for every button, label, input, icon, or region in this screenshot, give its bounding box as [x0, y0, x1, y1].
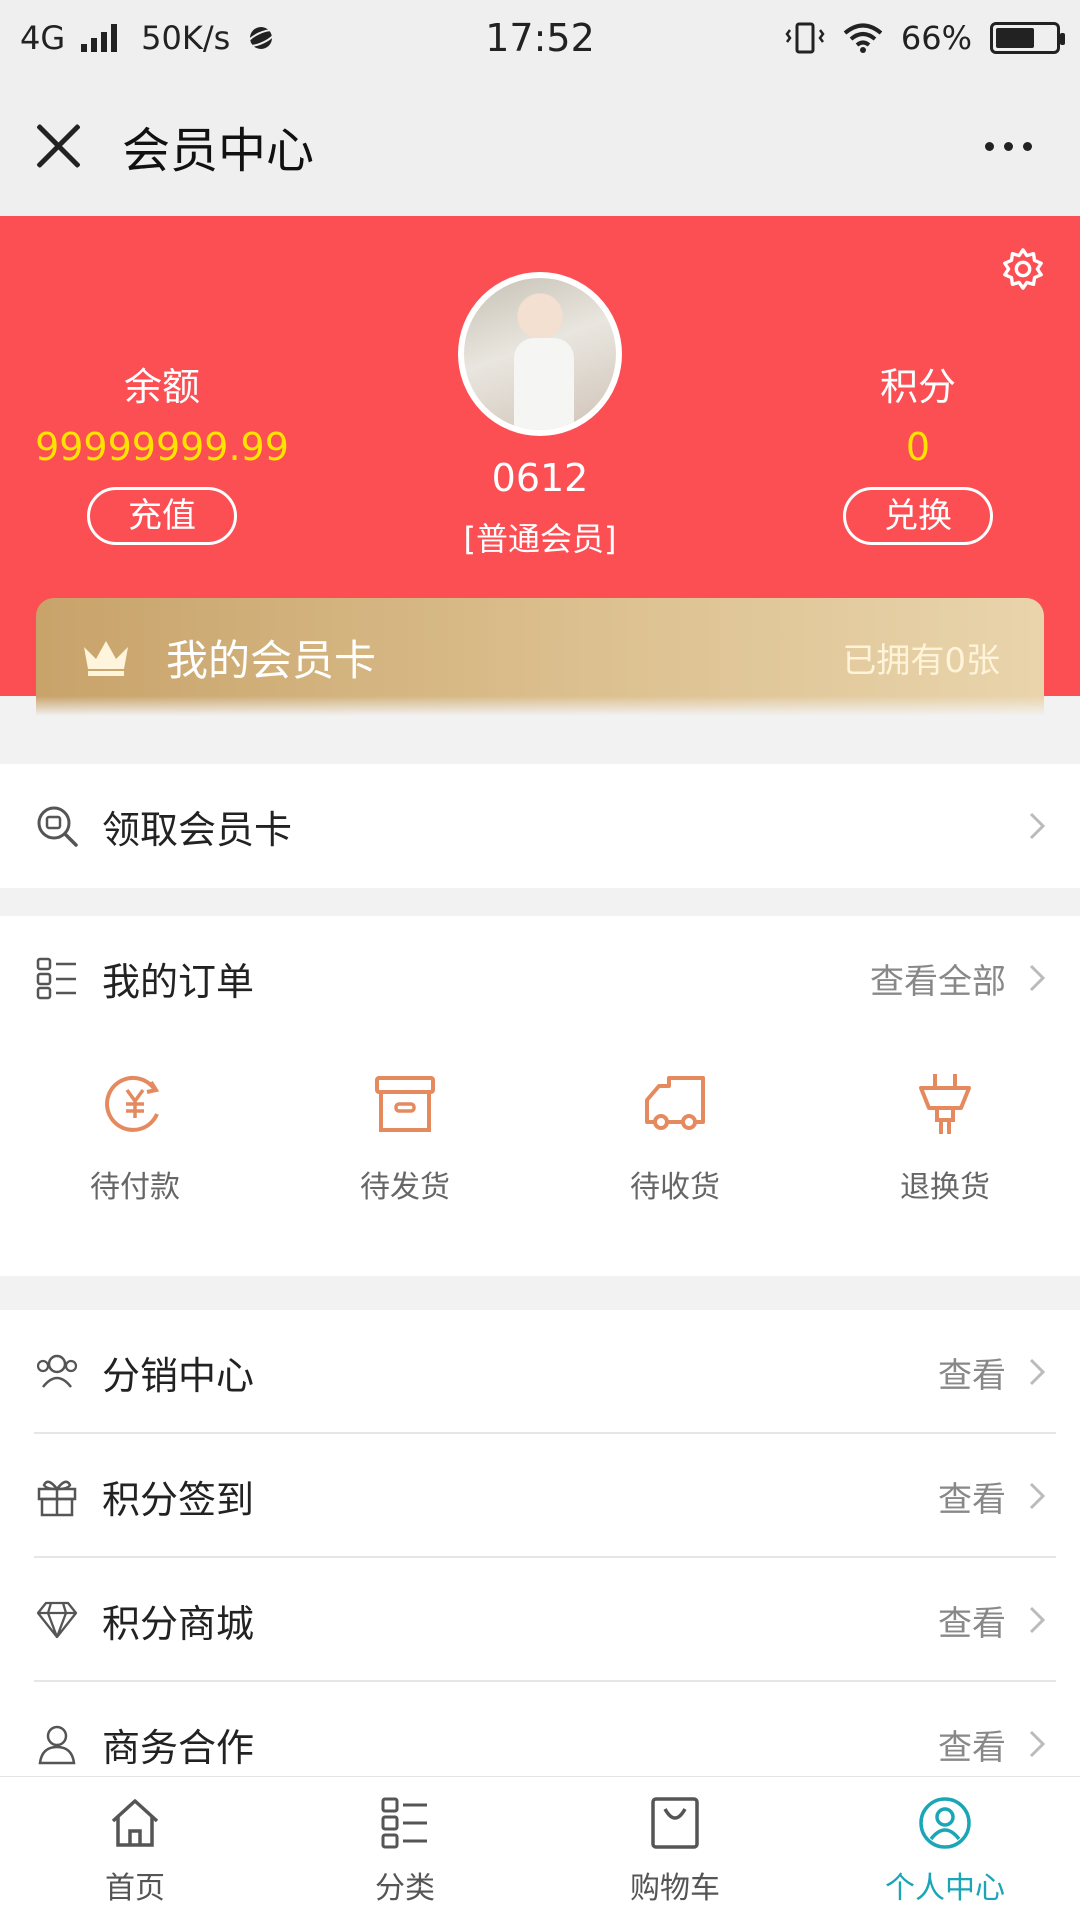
order-return-exchange[interactable]: 退换货 [810, 1040, 1080, 1266]
get-member-card-label: 领取会员卡 [102, 807, 293, 852]
battery-percent: 66% [900, 19, 972, 57]
menu-item-label: 积分商城 [102, 1601, 255, 1646]
planet-icon [246, 27, 277, 49]
profile-icon [919, 1797, 971, 1849]
people-icon [36, 1354, 78, 1388]
order-status-label: 待收货 [630, 1170, 720, 1205]
member-card-count: 已拥有0张 [842, 640, 1000, 681]
my-orders-label: 我的订单 [102, 959, 255, 1004]
view-all-orders[interactable]: 查看全部 [870, 954, 1006, 1003]
tab-home[interactable]: 首页 [0, 1777, 270, 1920]
bottom-tab-bar: 首页 分类 购物车 个人中心 [0, 1776, 1080, 1920]
tab-category[interactable]: 分类 [270, 1777, 540, 1920]
title-bar: 会员中心 [0, 76, 1080, 216]
chevron-right-icon [1029, 1482, 1046, 1510]
member-card-title: 我的会员卡 [166, 635, 377, 685]
signal-icon [81, 24, 118, 52]
network-speed: 50K/s [141, 19, 231, 57]
get-card-block: 领取会员卡 [0, 764, 1080, 888]
vibrate-icon [785, 22, 825, 54]
points-label: 积分 [879, 365, 956, 409]
chevron-right-icon [1029, 812, 1046, 840]
category-icon [381, 1797, 427, 1849]
balance-label: 余额 [123, 365, 200, 409]
status-time: 17:52 [485, 16, 595, 60]
cart-icon [651, 1797, 699, 1849]
wifi-icon [843, 23, 883, 53]
recharge-button[interactable]: 充值 [87, 487, 237, 545]
user-profile: 0612 [普通会员] [390, 272, 690, 560]
tab-label: 分类 [375, 1871, 435, 1906]
tab-label: 个人中心 [885, 1871, 1005, 1906]
my-orders-row[interactable]: 我的订单 查看全部 [0, 916, 1080, 1040]
tab-label: 首页 [105, 1871, 165, 1906]
chevron-right-icon [1029, 964, 1046, 992]
page-title: 会员中心 [122, 123, 315, 179]
order-status-label: 待付款 [90, 1170, 180, 1205]
order-pending-shipment[interactable]: 待发货 [270, 1040, 540, 1266]
exchange-button[interactable]: 兑换 [843, 487, 993, 545]
orders-block: 我的订单 查看全部 待付款 待发货 待收货 退换货 [0, 916, 1080, 1276]
payment-pending-icon [105, 1075, 160, 1132]
get-member-card-row[interactable]: 领取会员卡 [0, 764, 1080, 888]
home-icon [111, 1799, 159, 1847]
menu-item-points-mall[interactable]: 积分商城 查看 [0, 1558, 1080, 1682]
points-section: 积分 0 兑换 [768, 356, 1068, 545]
member-card-banner[interactable]: 我的会员卡 已拥有0张 [36, 598, 1044, 716]
points-value: 0 [905, 425, 931, 469]
member-level: [普通会员] [463, 520, 617, 558]
menu-item-label: 积分签到 [102, 1477, 255, 1522]
diamond-icon [36, 1601, 78, 1639]
menu-item-view: 查看 [938, 1479, 1006, 1520]
menu-item-view: 查看 [938, 1603, 1006, 1644]
user-icon [38, 1725, 76, 1765]
menu-item-label: 分销中心 [102, 1353, 255, 1398]
menu-item-view: 查看 [938, 1355, 1006, 1396]
menu-item-view: 查看 [938, 1727, 1006, 1768]
order-status-label: 待发货 [360, 1170, 450, 1205]
order-status-label: 退换货 [900, 1170, 990, 1205]
tab-profile[interactable]: 个人中心 [810, 1777, 1080, 1920]
balance-section: 余额 99999999.99 充值 [12, 356, 312, 545]
status-bar: 4G 50K/s 17:52 66% [0, 0, 1080, 76]
network-type: 4G [20, 19, 66, 57]
order-list-icon [36, 957, 76, 1000]
gear-icon[interactable] [1000, 246, 1046, 292]
search-card-icon [37, 806, 78, 847]
username: 0612 [491, 456, 589, 500]
more-options-icon[interactable] [985, 141, 1032, 151]
avatar[interactable] [458, 272, 622, 436]
menu-block: 分销中心 查看 积分签到 查看 积分商城 查看 商务合作 查看 [0, 1310, 1080, 1776]
box-icon [375, 1076, 435, 1132]
tab-cart[interactable]: 购物车 [540, 1777, 810, 1920]
plug-icon [919, 1074, 971, 1134]
order-status-grid: 待付款 待发货 待收货 退换货 [0, 1040, 1080, 1266]
menu-item-label: 商务合作 [102, 1725, 255, 1770]
chevron-right-icon [1029, 1730, 1046, 1758]
menu-item-distribution[interactable]: 分销中心 查看 [0, 1310, 1080, 1434]
gift-icon [37, 1480, 77, 1517]
chevron-right-icon [1029, 1606, 1046, 1634]
close-icon[interactable] [34, 121, 84, 171]
order-pending-receipt[interactable]: 待收货 [540, 1040, 810, 1266]
crown-icon [84, 641, 128, 676]
menu-item-checkin[interactable]: 积分签到 查看 [0, 1434, 1080, 1558]
tab-label: 购物车 [630, 1871, 720, 1906]
balance-value: 99999999.99 [35, 425, 289, 469]
order-pending-payment[interactable]: 待付款 [0, 1040, 270, 1266]
battery-icon [990, 22, 1065, 54]
chevron-right-icon [1029, 1358, 1046, 1386]
truck-icon [645, 1076, 705, 1130]
